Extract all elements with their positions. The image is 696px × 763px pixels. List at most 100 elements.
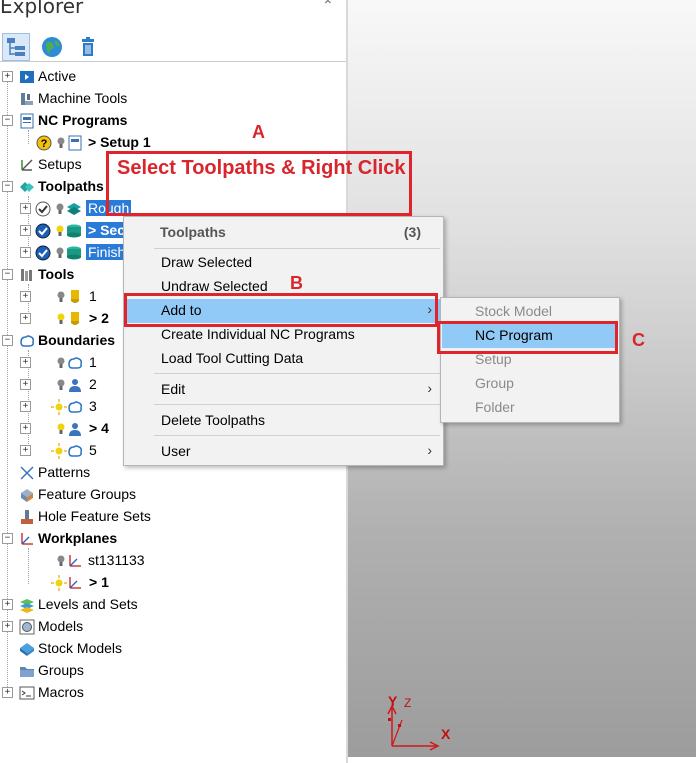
- trash-icon[interactable]: [74, 33, 102, 61]
- user-boundary-icon: [69, 423, 81, 436]
- expand-icon[interactable]: +: [20, 313, 31, 324]
- tree-item-workplanes[interactable]: − Workplanes: [0, 528, 346, 550]
- collapse-icon[interactable]: ⌃: [322, 0, 334, 14]
- toolpath-stack-icon: [67, 246, 81, 260]
- collapse-node-icon[interactable]: −: [2, 269, 13, 280]
- tree-item-label: 1: [89, 354, 97, 370]
- expand-icon[interactable]: +: [2, 599, 13, 610]
- expand-icon[interactable]: +: [20, 357, 31, 368]
- tree-item-machine-tools[interactable]: Machine Tools: [0, 88, 346, 110]
- explorer-toolbar: [0, 33, 346, 61]
- models-icon: [19, 619, 35, 635]
- context-menu: Toolpaths (3) Draw Selected Undraw Selec…: [123, 216, 444, 466]
- expand-icon[interactable]: +: [20, 203, 31, 214]
- tree-item-workplane-st131133[interactable]: st131133: [0, 550, 346, 572]
- expand-icon[interactable]: +: [2, 687, 13, 698]
- z-axis-label: Z: [404, 696, 412, 710]
- explorer-title: Explorer: [0, 0, 84, 18]
- workplane-icon: [21, 533, 33, 545]
- add-to-submenu: Stock Model NC Program Setup Group Folde…: [440, 297, 620, 423]
- tree-item-label: Active: [38, 68, 77, 84]
- submenu-item-folder[interactable]: Folder: [442, 396, 618, 420]
- annotation-box-b: [124, 293, 438, 327]
- macro-icon: [19, 686, 35, 700]
- menu-item-label: Undraw Selected: [161, 278, 268, 294]
- question-status-icon: ?: [36, 135, 52, 151]
- expand-icon[interactable]: +: [20, 247, 31, 258]
- x-axis-label: X: [441, 726, 451, 742]
- expand-icon[interactable]: +: [2, 621, 13, 632]
- tree-item-macros[interactable]: + Macros: [0, 682, 346, 704]
- y-axis-label: Y: [388, 693, 398, 709]
- active-icon: [20, 71, 34, 83]
- tree-view-icon[interactable]: [2, 33, 30, 61]
- menu-item-draw-selected[interactable]: Draw Selected: [125, 251, 442, 275]
- menu-item-label: Group: [475, 375, 514, 391]
- boundary-icon: [68, 357, 82, 369]
- toolpaths-icon: [20, 182, 34, 192]
- tree-item-feature-groups[interactable]: Feature Groups: [0, 484, 346, 506]
- collapse-node-icon[interactable]: −: [2, 115, 13, 126]
- tree-item-label: Groups: [38, 662, 84, 678]
- expand-icon[interactable]: +: [20, 401, 31, 412]
- menu-separator: [154, 373, 440, 374]
- workplane-icon: [69, 555, 81, 567]
- menu-item-load-tool-cutting-data[interactable]: Load Tool Cutting Data: [125, 347, 442, 371]
- menu-separator: [154, 435, 440, 436]
- boundary-icon: [68, 445, 82, 457]
- tree-item-label: Tools: [38, 266, 75, 282]
- expand-icon[interactable]: +: [20, 225, 31, 236]
- checkmark-status-icon: [35, 223, 51, 239]
- expand-icon[interactable]: +: [20, 423, 31, 434]
- toolpath-layers-icon: [67, 203, 81, 215]
- tree-item-label: Patterns: [38, 464, 91, 480]
- menu-item-delete-toolpaths[interactable]: Delete Toolpaths: [125, 409, 442, 433]
- tree-item-label: NC Programs: [38, 112, 128, 128]
- collapse-node-icon[interactable]: −: [2, 181, 13, 192]
- tree-item-active[interactable]: + Active: [0, 66, 346, 88]
- tree-item-hole-feature-sets[interactable]: Hole Feature Sets: [0, 506, 346, 528]
- workplane-icon: [69, 577, 81, 589]
- collapse-node-icon[interactable]: −: [2, 533, 13, 544]
- globe-icon[interactable]: [38, 33, 66, 61]
- expand-icon[interactable]: +: [20, 445, 31, 456]
- menu-item-user[interactable]: User ›: [125, 440, 442, 464]
- tree-item-label: 3: [89, 398, 97, 414]
- annotation-label-b: B: [290, 273, 303, 293]
- menu-separator: [154, 248, 440, 249]
- menu-item-label: Load Tool Cutting Data: [161, 350, 304, 366]
- submenu-item-group[interactable]: Group: [442, 372, 618, 396]
- lightbulb-glow-icon: [51, 443, 67, 459]
- submenu-arrow-icon: ›: [427, 380, 432, 396]
- tree-item-stock-models[interactable]: Stock Models: [0, 638, 346, 660]
- tree-item-groups[interactable]: Groups: [0, 660, 346, 682]
- expand-icon[interactable]: +: [20, 379, 31, 390]
- annotation-label-c: C: [632, 330, 645, 350]
- expand-icon[interactable]: +: [2, 71, 13, 82]
- tree-item-label: > 4: [89, 420, 109, 436]
- menu-item-label: Stock Model: [475, 303, 553, 319]
- tree-item-label: Setups: [38, 156, 82, 172]
- menu-item-label: Create Individual NC Programs: [161, 326, 355, 342]
- tree-item-workplane-1[interactable]: > 1: [0, 572, 346, 594]
- tools-icon: [21, 269, 32, 281]
- tree-item-models[interactable]: + Models: [0, 616, 346, 638]
- tree-item-levels-and-sets[interactable]: + Levels and Sets: [0, 594, 346, 616]
- menu-item-edit[interactable]: Edit ›: [125, 378, 442, 402]
- tree-item-label: > Sec: [86, 222, 127, 238]
- menu-item-label: Folder: [475, 399, 515, 415]
- tree-item-nc-programs[interactable]: − NC Programs: [0, 110, 346, 132]
- end-mill-icon: [71, 290, 79, 303]
- menu-item-label: Delete Toolpaths: [161, 412, 266, 428]
- collapse-node-icon[interactable]: −: [2, 335, 13, 346]
- levels-icon: [20, 599, 34, 613]
- tree-item-label: Workplanes: [38, 530, 118, 546]
- checkmark-status-icon: [35, 245, 51, 261]
- tree-item-label: Boundaries: [38, 332, 116, 348]
- nc-program-icon: [68, 135, 82, 151]
- annotation-label-a: A: [252, 122, 265, 142]
- expand-icon[interactable]: +: [20, 291, 31, 302]
- folder-icon: [20, 667, 34, 677]
- checkmark-status-icon: [35, 201, 51, 217]
- machine-tool-icon: [21, 93, 33, 105]
